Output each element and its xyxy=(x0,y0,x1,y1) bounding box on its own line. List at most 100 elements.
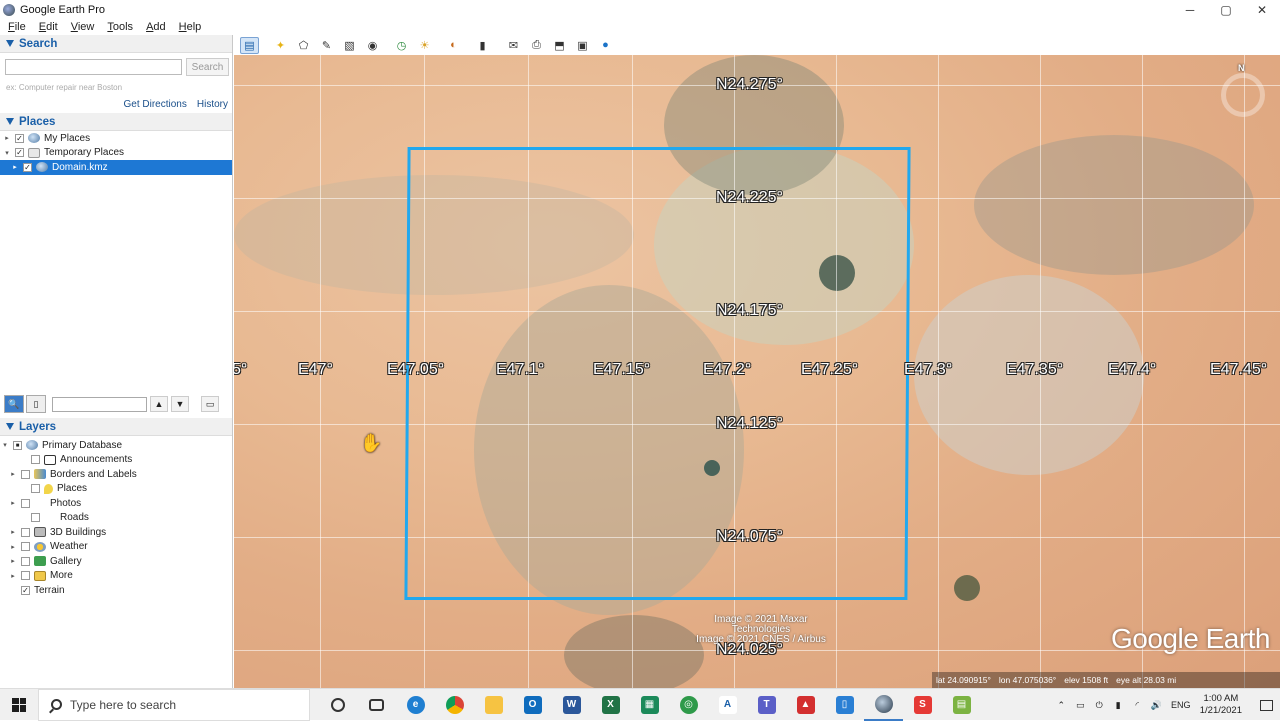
move-up-icon[interactable]: ▲ xyxy=(150,396,168,412)
expand-arrow-icon[interactable]: ▸ xyxy=(2,134,12,142)
sidebar-toggle-icon[interactable]: ▤ xyxy=(240,36,259,54)
expand-arrow-icon[interactable]: ▸ xyxy=(10,163,20,171)
chrome-icon[interactable] xyxy=(435,689,474,721)
teams-icon[interactable]: T xyxy=(747,689,786,721)
expand-arrow-icon[interactable]: ▸ xyxy=(8,499,18,507)
layer-weather[interactable]: ▸ Weather xyxy=(0,540,232,555)
google-earth-taskbar-icon[interactable] xyxy=(864,689,903,721)
green-app-icon[interactable]: ◎ xyxy=(669,689,708,721)
menu-view[interactable]: View xyxy=(63,21,100,33)
wifi-icon[interactable]: ◜ xyxy=(1128,700,1147,711)
edge-icon[interactable]: e xyxy=(396,689,435,721)
maps-app-icon[interactable]: ▦ xyxy=(630,689,669,721)
layer-more[interactable]: ▸ More xyxy=(0,569,232,584)
checkbox[interactable]: ✓ xyxy=(21,585,30,595)
volume-icon[interactable]: 🔊 xyxy=(1147,700,1166,711)
battery-icon[interactable]: ▮ xyxy=(1109,700,1128,711)
layer-primary-database[interactable]: ▾ ■ Primary Database xyxy=(0,438,232,453)
print-icon[interactable]: ⎙ xyxy=(527,37,546,54)
checkbox[interactable] xyxy=(21,527,30,537)
search-button[interactable]: Search xyxy=(186,58,229,76)
outlook-icon[interactable]: O xyxy=(513,689,552,721)
pdf-app-icon[interactable]: ▲ xyxy=(786,689,825,721)
compass-ring-icon[interactable] xyxy=(1221,73,1265,117)
search-places-icon[interactable]: 🔍 xyxy=(4,395,24,413)
places-filter-input[interactable] xyxy=(52,396,147,412)
clock[interactable]: 1:00 AM 1/21/2021 xyxy=(1200,693,1242,717)
language-indicator[interactable]: ENG xyxy=(1166,700,1196,710)
menu-tools[interactable]: Tools xyxy=(99,21,138,33)
checkbox[interactable] xyxy=(31,513,40,523)
layer-announcements[interactable]: Announcements xyxy=(0,453,232,468)
navigation-compass[interactable]: N xyxy=(1218,63,1268,119)
get-directions-link[interactable]: Get Directions xyxy=(124,99,187,110)
excel-icon[interactable]: X xyxy=(591,689,630,721)
layer-places[interactable]: Places xyxy=(0,482,232,497)
sidebar-toggle-icon[interactable]: ▯ xyxy=(26,395,46,413)
checkbox-partial[interactable]: ■ xyxy=(13,440,22,450)
historical-imagery-icon[interactable]: ◷ xyxy=(392,37,411,54)
sunlight-icon[interactable]: ☀ xyxy=(415,37,434,54)
menu-add[interactable]: Add xyxy=(138,21,171,33)
record-tour-icon[interactable]: ◉ xyxy=(363,37,382,54)
layer-roads[interactable]: Roads xyxy=(0,511,232,526)
move-down-icon[interactable]: ▼ xyxy=(171,396,189,412)
checkbox[interactable] xyxy=(31,484,40,494)
search-panel-header[interactable]: Search xyxy=(0,35,232,53)
layer-3d-buildings[interactable]: ▸ 3D Buildings xyxy=(0,525,232,540)
document-app-icon[interactable]: ▯ xyxy=(825,689,864,721)
menu-help[interactable]: Help xyxy=(171,21,207,33)
taskbar-search-box[interactable]: Type here to search xyxy=(38,688,310,721)
chart-app-icon[interactable]: ▤ xyxy=(942,689,981,721)
word-icon[interactable]: W xyxy=(552,689,591,721)
places-item-domain-kmz[interactable]: ▸ ✓ Domain.kmz xyxy=(0,160,232,175)
layer-gallery[interactable]: ▸ Gallery xyxy=(0,554,232,569)
places-item-my-places[interactable]: ▸ ✓ My Places xyxy=(0,131,232,146)
cortana-icon[interactable] xyxy=(318,689,357,721)
task-view-icon[interactable] xyxy=(357,689,396,721)
collapse-arrow-icon[interactable]: ▾ xyxy=(0,441,10,449)
minimize-button[interactable]: ─ xyxy=(1172,0,1208,19)
menu-file[interactable]: File xyxy=(0,21,31,33)
show-hidden-icons-icon[interactable]: ⌃ xyxy=(1052,700,1071,711)
history-link[interactable]: History xyxy=(197,99,228,110)
usb-icon[interactable]: ▭ xyxy=(1071,700,1090,711)
ruler-icon[interactable]: ▮ xyxy=(473,37,492,54)
save-image-icon[interactable]: ⬒ xyxy=(550,37,569,54)
autocad-icon[interactable]: A xyxy=(708,689,747,721)
slides-app-icon[interactable]: S xyxy=(903,689,942,721)
file-explorer-icon[interactable] xyxy=(474,689,513,721)
add-polygon-icon[interactable]: ⬠ xyxy=(294,37,313,54)
planets-icon[interactable]: ◐ xyxy=(444,37,463,54)
checkbox[interactable] xyxy=(21,498,30,508)
email-icon[interactable]: ✉ xyxy=(504,37,523,54)
checkbox[interactable] xyxy=(21,542,30,552)
new-folder-icon[interactable]: ▭ xyxy=(201,396,219,412)
checkbox[interactable] xyxy=(21,469,30,479)
start-button[interactable] xyxy=(0,689,38,721)
add-placemark-icon[interactable]: ✦ xyxy=(271,37,290,54)
maximize-button[interactable]: ▢ xyxy=(1208,0,1244,19)
collapse-arrow-icon[interactable]: ▾ xyxy=(2,149,12,157)
checkbox[interactable] xyxy=(21,571,30,581)
layer-photos[interactable]: ▸ Photos xyxy=(0,496,232,511)
checkbox[interactable] xyxy=(21,556,30,566)
image-overlay-icon[interactable]: ▧ xyxy=(340,37,359,54)
view-in-maps-icon[interactable]: ▣ xyxy=(573,37,592,54)
expand-arrow-icon[interactable]: ▸ xyxy=(8,557,18,565)
search-input[interactable] xyxy=(5,59,182,75)
expand-arrow-icon[interactable]: ▸ xyxy=(8,528,18,536)
add-path-icon[interactable]: ✎ xyxy=(317,37,336,54)
expand-arrow-icon[interactable]: ▸ xyxy=(8,572,18,580)
checkbox[interactable] xyxy=(31,455,40,465)
notifications-icon[interactable] xyxy=(1252,689,1280,721)
map-view[interactable]: N24.275° N24.225° N24.175° N24.125° N24.… xyxy=(234,55,1280,688)
places-item-temporary-places[interactable]: ▾ ✓ Temporary Places xyxy=(0,146,232,161)
checkbox[interactable]: ✓ xyxy=(15,133,24,143)
checkbox[interactable]: ✓ xyxy=(15,148,24,158)
power-icon[interactable]: ⏻ xyxy=(1090,700,1109,711)
earth-web-icon[interactable]: ● xyxy=(596,37,615,54)
expand-arrow-icon[interactable]: ▸ xyxy=(8,543,18,551)
layer-borders-and-labels[interactable]: ▸ Borders and Labels xyxy=(0,467,232,482)
menu-edit[interactable]: Edit xyxy=(31,21,63,33)
